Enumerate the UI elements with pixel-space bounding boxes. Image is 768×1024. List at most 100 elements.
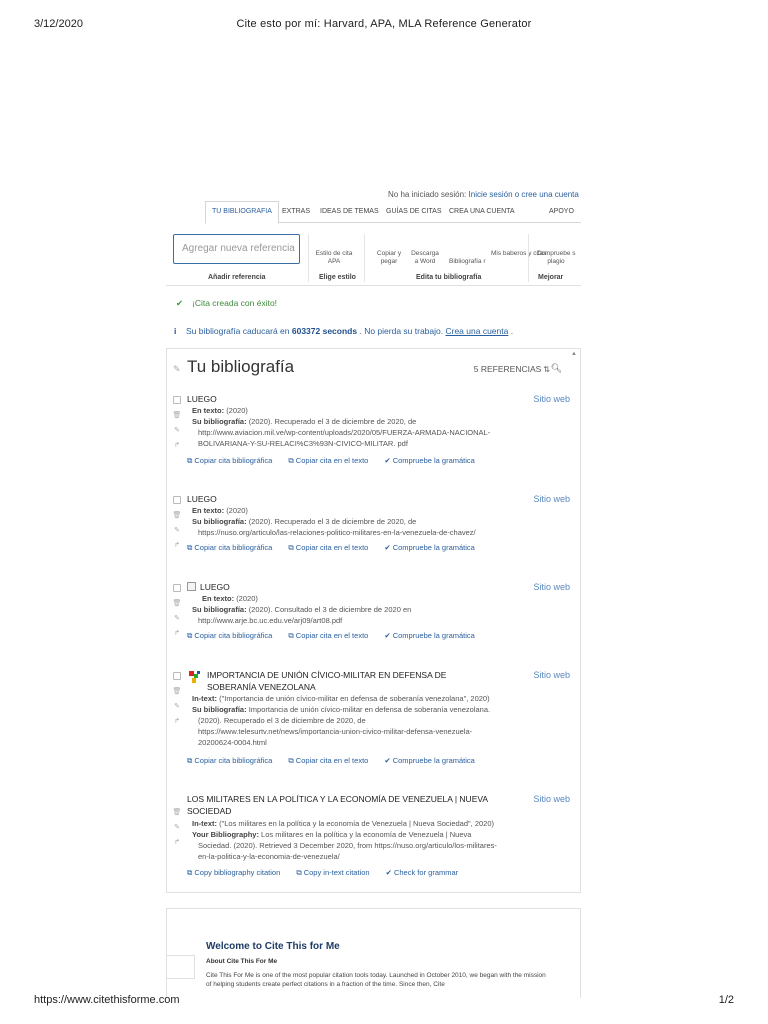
intext-line: En texto: (2020) [192,406,248,415]
select-checkbox[interactable] [173,496,181,504]
about-text: Cite This For Me is one of the most popu… [206,972,546,988]
scroll-up-arrow-icon[interactable]: ▲ [571,351,577,357]
tab-support[interactable]: APOYO [549,203,574,225]
copy-icon: ⧉ [288,456,294,465]
copy-paste-button[interactable]: Copiar y pegar [374,250,404,266]
intext-line: En texto: (2020) [192,506,248,515]
tab-citation-guides[interactable]: GUÍAS DE CITAS [386,203,442,225]
copy-intext-button[interactable]: ⧉ Copiar cita en el texto [288,456,368,466]
reference-count-label: 5 REFERENCIAS [473,364,542,374]
add-reference-caption: Añadir referencia [208,274,266,281]
tab-topic-ideas[interactable]: IDEAS DE TEMAS [320,203,379,225]
copy-icon: ⧉ [288,756,294,765]
select-checkbox[interactable] [173,672,181,680]
reference-count[interactable]: 5 REFERENCIAS ⇅ [474,364,550,374]
copy-icon: ⧉ [187,756,193,765]
entry-side-icons: 🗑︎ ✎ ↱ [172,508,182,553]
info-icon: i [174,326,177,336]
tab-create-account[interactable]: CREA UNA CUENTA [449,203,515,225]
citation-style-button[interactable]: Estilo de cita APA [314,250,354,266]
toolbar-divider [364,234,365,282]
pencil-icon[interactable]: ✎ [172,699,182,714]
new-reference-input[interactable]: Agregar nueva referencia [173,234,300,264]
print-page-number: 1/2 [718,994,734,1006]
check-grammar-button[interactable]: ✔ Check for grammar [386,868,458,877]
share-icon[interactable]: ↱ [172,438,182,453]
pencil-icon[interactable]: ✎ [172,820,182,835]
intext-line: En texto: (2020) [202,594,258,603]
intext-line: In-text: ("Los militares en la política … [192,819,495,828]
check-icon: ✔ [384,631,391,640]
copy-intext-button[interactable]: ⧉ Copiar cita en el texto [288,631,368,641]
check-grammar-button[interactable]: ✔ Compruebe la gramática [384,756,474,765]
source-type[interactable]: Sitio web [533,794,570,804]
trash-icon[interactable]: 🗑︎ [172,805,182,820]
reference-entry: 🗑︎ ✎ ↱ LUEGO Sitio web En texto: (2020) … [167,393,570,473]
source-type[interactable]: Sitio web [533,670,570,680]
check-grammar-button[interactable]: ✔ Compruebe la gramática [384,631,474,640]
bibliography-line: BOLIVARIANA-Y-SU-RELACI%C3%93N-CIVICO-MI… [198,439,408,448]
site-favicon-icon [189,671,200,683]
pencil-icon[interactable]: ✎ [172,523,182,538]
source-type[interactable]: Sitio web [533,582,570,592]
entry-title: LUEGO [187,394,217,404]
select-checkbox[interactable] [173,584,181,592]
main-tabs: TU BIBLIOGRAFIA EXTRAS IDEAS DE TEMAS GU… [205,201,581,225]
copy-bibliography-button[interactable]: ⧉ Copiar cita bibliográfica [187,543,272,553]
search-icon[interactable]: 🔍︎ [551,363,562,374]
tab-bibliography[interactable]: TU BIBLIOGRAFIA [205,201,279,224]
bibliography-line: 20200624-0004.html [198,738,267,747]
entry-title: LUEGO [187,494,217,504]
login-link[interactable]: Inicie sesión o cree una cuenta [469,190,579,199]
pencil-icon[interactable]: ✎ [172,423,182,438]
print-url: https://www.citethisforme.com [34,994,180,1006]
welcome-section: Welcome to Cite This for Me About Cite T… [166,908,581,998]
check-grammar-button[interactable]: ✔ Compruebe la gramática [384,543,474,552]
entry-actions: ⧉ Copiar cita bibliográfica ⧉ Copiar cita … [187,756,489,766]
bibliography-line: Your Bibliography: Los militares en la p… [192,830,472,839]
intext-line: In-text: ("Importancia de unión cívico-m… [192,694,490,703]
panel-header: ✎ Tu bibliografía 5 REFERENCIAS ⇅ 🔍︎ [173,357,566,379]
share-icon[interactable]: ↱ [172,714,182,729]
panel-title: Tu bibliografía [187,357,295,376]
entry-actions: ⧉ Copy bibliography citation ⧉ Copy in-tex… [187,868,472,878]
source-type[interactable]: Sitio web [533,494,570,504]
share-icon[interactable]: ↱ [172,538,182,553]
copy-intext-button[interactable]: ⧉ Copy in-text citation [296,868,369,878]
check-grammar-button[interactable]: ✔ Compruebe la gramática [384,456,474,465]
share-icon[interactable]: ↱ [172,835,182,850]
source-type[interactable]: Sitio web [533,394,570,404]
print-title: Cite esto por mí: Harvard, APA, MLA Refe… [236,18,532,30]
select-checkbox[interactable] [173,396,181,404]
copy-intext-button[interactable]: ⧉ Copiar cita en el texto [288,756,368,766]
bibliography-line: https://www.telesurtv.net/news/importanc… [198,727,473,736]
plagiarism-check-button[interactable]: Compruebe s plagio [535,250,577,266]
entry-side-icons: 🗑︎ ✎ ↱ [172,684,182,729]
bibliography-button[interactable]: Bibliografía r [449,258,495,266]
copy-bibliography-button[interactable]: ⧉ Copiar cita bibliográfica [187,631,272,641]
check-icon: ✔ [384,756,391,765]
check-icon: ✔ [384,543,391,552]
trash-icon[interactable]: 🗑︎ [172,596,182,611]
download-word-button[interactable]: Descarga a Word [409,250,441,266]
copy-bibliography-button[interactable]: ⧉ Copiar cita bibliográfica [187,756,272,766]
trash-icon[interactable]: 🗑︎ [172,408,182,423]
print-header: 3/12/2020 Cite esto por mí: Harvard, APA… [34,18,734,32]
sort-icon[interactable]: ⇅ [543,365,550,374]
about-title: About Cite This For Me [206,958,278,965]
trash-icon[interactable]: 🗑︎ [172,684,182,699]
checkmark-icon: ✔ [176,298,184,308]
copy-bibliography-button[interactable]: ⧉ Copiar cita bibliográfica [187,456,272,466]
print-footer: https://www.citethisforme.com 1/2 [34,994,734,1008]
entry-title-row: LUEGO [187,581,230,593]
pencil-icon[interactable]: ✎ [172,611,182,626]
bibliography-line: Su bibliografía: Importancia de unión cí… [192,705,491,714]
share-icon[interactable]: ↱ [172,626,182,641]
tab-extras[interactable]: EXTRAS [282,203,310,225]
copy-intext-button[interactable]: ⧉ Copiar cita en el texto [288,543,368,553]
trash-icon[interactable]: 🗑︎ [172,508,182,523]
bibliography-line: http://www.arje.bc.uc.edu.ve/arj09/art08… [198,616,343,625]
pencil-icon[interactable]: ✎ [173,364,181,375]
copy-bibliography-button[interactable]: ⧉ Copy bibliography citation [187,868,280,878]
create-account-link[interactable]: Crea una cuenta [445,326,508,336]
